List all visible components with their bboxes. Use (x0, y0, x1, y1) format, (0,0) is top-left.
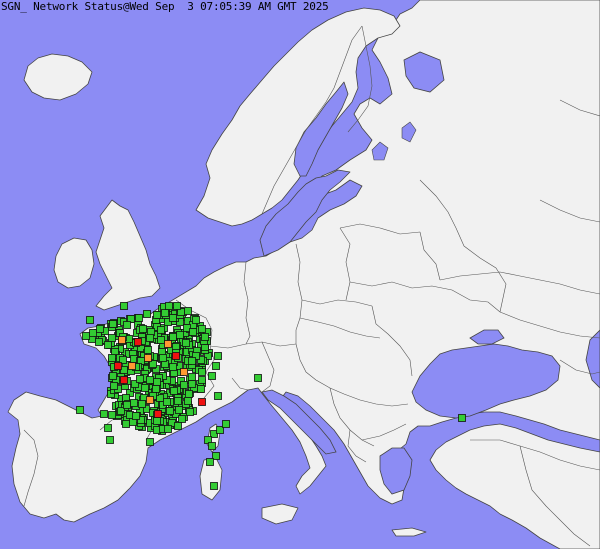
station-marker-warning[interactable] (118, 336, 126, 344)
station-marker-warning[interactable] (144, 354, 152, 362)
station-marker-down[interactable] (198, 398, 206, 406)
station-marker-ok[interactable] (123, 401, 131, 409)
station-marker-ok[interactable] (210, 482, 218, 490)
station-marker-ok[interactable] (123, 321, 131, 329)
station-marker-ok[interactable] (201, 333, 209, 341)
station-marker-ok[interactable] (110, 382, 118, 390)
station-marker-ok[interactable] (136, 375, 144, 383)
station-marker-ok[interactable] (214, 392, 222, 400)
station-marker-ok[interactable] (174, 397, 182, 405)
station-marker-ok[interactable] (174, 422, 182, 430)
station-marker-warning[interactable] (164, 340, 172, 348)
station-marker-ok[interactable] (135, 314, 143, 322)
station-marker-warning[interactable] (180, 368, 188, 376)
station-marker-ok[interactable] (153, 311, 161, 319)
station-marker-ok[interactable] (130, 399, 138, 407)
station-marker-down[interactable] (134, 338, 142, 346)
station-marker-down[interactable] (120, 376, 128, 384)
station-marker-ok[interactable] (106, 436, 114, 444)
station-marker-down[interactable] (154, 410, 162, 418)
station-marker-ok[interactable] (198, 325, 206, 333)
station-marker-ok[interactable] (214, 352, 222, 360)
station-marker-ok[interactable] (120, 302, 128, 310)
station-marker-ok[interactable] (153, 417, 161, 425)
station-marker-ok[interactable] (138, 400, 146, 408)
station-marker-ok[interactable] (164, 425, 172, 433)
station-marker-ok[interactable] (182, 339, 190, 347)
station-marker-ok[interactable] (153, 378, 161, 386)
station-marker-ok[interactable] (146, 376, 154, 384)
station-marker-ok[interactable] (165, 302, 173, 310)
station-marker-ok[interactable] (100, 410, 108, 418)
station-marker-ok[interactable] (208, 442, 216, 450)
station-marker-ok[interactable] (212, 362, 220, 370)
station-marker-ok[interactable] (198, 376, 206, 384)
station-marker-ok[interactable] (144, 346, 152, 354)
station-marker-ok[interactable] (108, 411, 116, 419)
station-marker-ok[interactable] (198, 368, 206, 376)
station-marker-ok[interactable] (175, 406, 183, 414)
station-marker-ok[interactable] (192, 316, 200, 324)
map-title: SGN_ Network Status@Wed Sep 3 07:05:39 A… (1, 0, 329, 13)
station-marker-warning[interactable] (146, 396, 154, 404)
station-marker-ok[interactable] (188, 357, 196, 365)
station-marker-ok[interactable] (186, 408, 194, 416)
station-marker-ok[interactable] (132, 412, 140, 420)
station-marker-ok[interactable] (184, 307, 192, 315)
station-marker-ok[interactable] (76, 406, 84, 414)
station-marker-ok[interactable] (95, 338, 103, 346)
station-marker-ok[interactable] (104, 341, 112, 349)
station-marker-ok[interactable] (104, 424, 112, 432)
station-marker-ok[interactable] (143, 310, 151, 318)
station-marker-ok[interactable] (139, 325, 147, 333)
station-marker-ok[interactable] (86, 316, 94, 324)
station-marker-ok[interactable] (157, 336, 165, 344)
station-marker-ok[interactable] (82, 332, 90, 340)
station-marker-ok[interactable] (161, 309, 169, 317)
station-marker-ok[interactable] (254, 374, 262, 382)
station-marker-ok[interactable] (169, 314, 177, 322)
network-status-map: SGN_ Network Status@Wed Sep 3 07:05:39 A… (0, 0, 600, 549)
station-marker-ok[interactable] (458, 414, 466, 422)
station-marker-ok[interactable] (152, 385, 160, 393)
station-marker-ok[interactable] (159, 354, 167, 362)
station-marker-ok[interactable] (166, 407, 174, 415)
station-marker-ok[interactable] (157, 326, 165, 334)
station-marker-down[interactable] (172, 352, 180, 360)
station-marker-ok[interactable] (208, 372, 216, 380)
station-marker-ok[interactable] (197, 385, 205, 393)
station-marker-ok[interactable] (96, 325, 104, 333)
station-marker-ok[interactable] (141, 384, 149, 392)
station-marker-ok[interactable] (169, 333, 177, 341)
station-marker-ok[interactable] (185, 390, 193, 398)
station-marker-down[interactable] (114, 362, 122, 370)
station-marker-ok[interactable] (108, 354, 116, 362)
station-marker-ok[interactable] (169, 363, 177, 371)
station-marker-ok[interactable] (206, 458, 214, 466)
station-marker-ok[interactable] (184, 397, 192, 405)
station-marker-ok[interactable] (89, 329, 97, 337)
station-marker-ok[interactable] (189, 328, 197, 336)
station-marker-warning[interactable] (128, 362, 136, 370)
station-marker-ok[interactable] (146, 334, 154, 342)
station-marker-ok[interactable] (108, 334, 116, 342)
station-marker-ok[interactable] (188, 373, 196, 381)
station-marker-ok[interactable] (222, 420, 230, 428)
station-marker-ok[interactable] (146, 438, 154, 446)
station-marker-ok[interactable] (109, 372, 117, 380)
station-marker-ok[interactable] (176, 331, 184, 339)
station-marker-ok[interactable] (173, 302, 181, 310)
station-marker-ok[interactable] (170, 387, 178, 395)
station-marker-ok[interactable] (178, 415, 186, 423)
station-marker-ok[interactable] (122, 420, 130, 428)
station-markers (76, 302, 466, 490)
station-marker-ok[interactable] (180, 381, 188, 389)
station-marker-ok[interactable] (109, 320, 117, 328)
station-marker-ok[interactable] (188, 380, 196, 388)
station-marker-ok[interactable] (163, 398, 171, 406)
